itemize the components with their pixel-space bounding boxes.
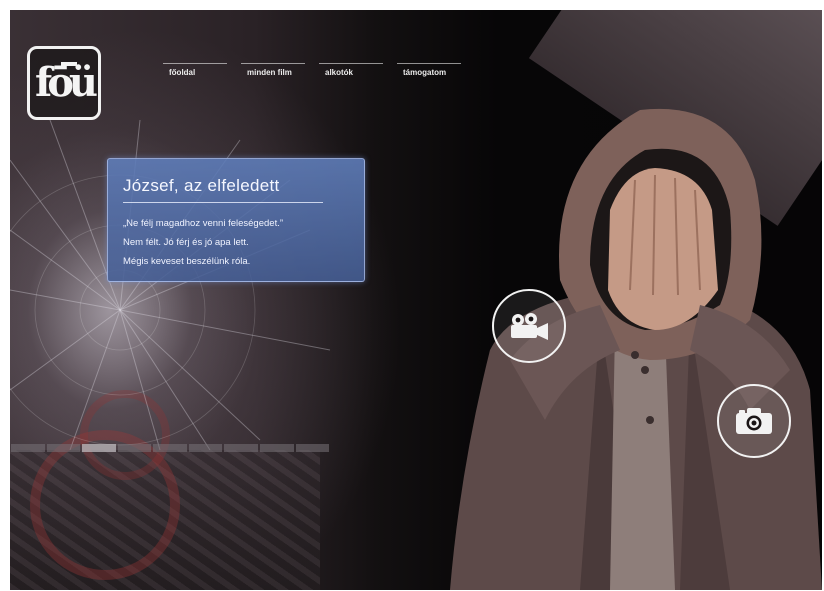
slide-progress-bar[interactable] [11,444,331,452]
film-title: József, az elfeledett [123,176,280,195]
description-line: Nem félt. Jó férj és jó apa lett. [123,237,249,248]
nav-item-alkotok[interactable]: alkotók [319,63,383,77]
film-info-panel[interactable]: József, az elfeledett „Ne félj magadhoz … [107,158,365,282]
logo-macron-mark [61,62,77,66]
progress-segment[interactable] [82,444,116,452]
photo-gallery-button[interactable] [717,384,791,458]
nav-item-tamogatom[interactable]: támogatom [397,63,461,77]
film-description: „Ne félj magadhoz venni feleségedet.” Ne… [123,214,283,271]
description-line: Mégis keveset beszélünk róla. [123,256,251,267]
progress-segment[interactable] [46,444,81,452]
progress-segment[interactable] [117,444,152,452]
progress-segment[interactable] [11,444,45,452]
site-logo[interactable]: fōü [27,46,101,120]
nav-item-fooldal[interactable]: főoldal [163,63,227,77]
video-camera-icon [511,313,548,340]
nav-item-minden-film[interactable]: minden film [241,63,305,77]
main-navigation: főoldal minden film alkotók támogatom [163,63,475,77]
play-video-button[interactable] [492,289,566,363]
hero-stage: fōü főoldal minden film alkotók támogato… [10,10,822,590]
progress-segment[interactable] [188,444,223,452]
progress-segment[interactable] [295,444,330,452]
progress-segment[interactable] [224,444,258,452]
title-divider [123,202,323,203]
photo-camera-icon [736,408,772,434]
progress-segment[interactable] [153,444,187,452]
progress-segment[interactable] [259,444,294,452]
description-line: „Ne félj magadhoz venni feleségedet.” [123,218,284,229]
logo-text: fōü [35,59,98,106]
